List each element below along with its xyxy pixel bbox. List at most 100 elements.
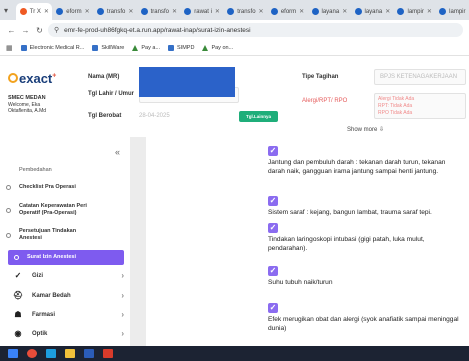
chrome-icon[interactable] [27, 349, 37, 358]
checked-checkbox[interactable]: ✓ [268, 146, 278, 156]
close-icon[interactable]: ✕ [342, 8, 347, 15]
bookmark-icon [92, 44, 99, 51]
tab-favicon-icon [439, 8, 447, 15]
close-icon[interactable]: ✕ [427, 8, 432, 15]
bullet-icon [6, 185, 11, 190]
close-icon[interactable]: ✕ [299, 8, 304, 15]
show-more-link[interactable]: Show more ⇩ [347, 126, 384, 133]
back-icon[interactable]: ← [6, 26, 17, 35]
os-taskbar [0, 346, 469, 361]
file-explorer-icon[interactable] [65, 349, 75, 358]
bookmark[interactable]: SIMPD [168, 44, 194, 51]
close-icon[interactable]: ✕ [128, 8, 133, 15]
other-dates-button[interactable]: Tgl.Lainnya [239, 111, 278, 122]
allergy-label: Alergi/RPT/ RPO [302, 98, 348, 104]
sidebar-menu-kamar-bedah[interactable]: ⛑ Kamar Bedah › [0, 291, 124, 300]
logo-ring-icon [8, 73, 18, 83]
chevron-right-icon: › [121, 271, 124, 280]
browser-tab[interactable]: eform ✕ [267, 3, 308, 20]
pdf-reader-icon[interactable] [103, 349, 113, 358]
chevron-right-icon: › [121, 329, 124, 338]
redacted-patient-name [139, 67, 235, 97]
welcome-text: Welcome, Eka Oktaflenita, A.Md [8, 102, 47, 114]
tab-favicon-icon [184, 8, 192, 15]
risk-item: ✓ Efek merugikan obat dan alergi (syok a… [268, 303, 459, 332]
sidebar-item-surat-izin-anestesi[interactable]: Surat Izin Anestesi [8, 250, 124, 265]
site-info-icon[interactable]: ⚲ [54, 26, 59, 34]
consent-form: ✓ Jantung dan pembuluh darah : tekanan d… [146, 137, 469, 346]
sidebar-menu-gizi[interactable]: ✓ Gizi › [0, 271, 124, 280]
eye-icon: ◉ [14, 329, 22, 338]
payer-label: Tipe Tagihan [302, 74, 339, 80]
close-icon[interactable]: ✕ [172, 8, 177, 15]
browser-tab[interactable]: lampir [435, 3, 469, 20]
bookmark[interactable]: Electronic Medical R... [20, 44, 84, 51]
tab-favicon-icon [354, 8, 362, 15]
brand-logo: exact+ [8, 71, 56, 86]
bookmark[interactable]: SkillWare [92, 44, 124, 51]
browser-tab[interactable]: layana ✕ [308, 3, 351, 20]
tab-favicon-icon [397, 8, 405, 15]
collapse-sidebar-icon[interactable]: « [115, 147, 120, 157]
patient-header: exact+ SMEC MEDAN Welcome, Eka Oktafleni… [0, 57, 469, 137]
visit-date-value: 28-04-2025 [139, 113, 170, 119]
tab-favicon-icon [311, 8, 319, 15]
sidebar-item-persetujuan-anestesi[interactable]: Persetujuan Tindakan Anestesi [0, 228, 124, 242]
close-icon[interactable]: ✕ [259, 8, 264, 15]
apps-grid-icon[interactable]: ▦ [6, 44, 13, 52]
bullet-icon [6, 232, 11, 238]
close-icon[interactable]: ✕ [85, 8, 90, 15]
drive-icon [132, 44, 139, 51]
sidebar-menu-optik[interactable]: ◉ Optik › [0, 329, 125, 338]
rpt-value: RPT: Tidak Ada [378, 103, 413, 109]
sidebar-menu-farmasi[interactable]: ☗ Farmasi › [0, 310, 124, 319]
chevron-right-icon: › [121, 291, 124, 300]
sidebar-item-checklist-pra-operasi[interactable]: Checklist Pra Operasi [0, 184, 124, 191]
word-icon[interactable] [84, 349, 94, 358]
browser-tab[interactable]: transfo ✕ [223, 3, 267, 20]
browser-tab[interactable]: eform ✕ [52, 3, 93, 20]
tab-favicon-icon [19, 8, 27, 15]
tab-search-icon[interactable]: ▾ [4, 6, 16, 15]
browser-toolbar: ← → ↻ ⚲ emr-fe-prod-uh86fgkq-et.a.run.ap… [0, 20, 469, 40]
close-icon[interactable]: ✕ [385, 8, 390, 15]
browser-tab[interactable]: Tr X ✕ [15, 3, 53, 20]
reload-icon[interactable]: ↻ [34, 26, 45, 35]
risk-item: ✓ Jantung dan pembuluh darah : tekanan d… [268, 146, 446, 175]
browser-tab[interactable]: transfo ✕ [137, 3, 181, 20]
drive-icon [202, 44, 209, 51]
close-icon[interactable]: ✕ [215, 8, 220, 15]
browser-tab[interactable]: transfo ✕ [93, 3, 137, 20]
url-text: emr-fe-prod-uh86fgkq-et.a.run.app/rawat-… [64, 26, 251, 34]
outlook-icon[interactable] [46, 349, 56, 358]
sidebar-item-pembedahan[interactable]: Pembedahan [0, 167, 124, 174]
browser-tab[interactable]: layana ✕ [351, 3, 394, 20]
checked-checkbox[interactable]: ✓ [268, 223, 278, 233]
bookmark[interactable]: Pay on... [202, 44, 233, 51]
visit-date-label: Tgl Berobat [88, 113, 122, 119]
risk-item: ✓ Sistem saraf : kejang, bangun lambat, … [268, 196, 432, 216]
address-bar[interactable]: ⚲ emr-fe-prod-uh86fgkq-et.a.run.app/rawa… [48, 23, 463, 37]
browser-tab[interactable]: rawat i ✕ [180, 3, 223, 20]
checked-checkbox[interactable]: ✓ [268, 303, 278, 313]
surgery-room-icon: ⛑ [12, 291, 24, 300]
bookmarks-bar: ▦ Electronic Medical R... SkillWare Pay … [0, 40, 469, 56]
checked-checkbox[interactable]: ✓ [268, 196, 278, 206]
checked-checkbox[interactable]: ✓ [268, 266, 278, 276]
sidebar-item-catatan-keperawatan[interactable]: Catatan Keperawatan Peri Operatif (Pra-O… [0, 203, 124, 217]
chevron-right-icon: › [121, 310, 124, 319]
name-label: Nama (MR) [88, 74, 120, 80]
risk-item: ✓ Suhu tubuh naik/turun [268, 266, 333, 286]
bookmark-icon [20, 44, 27, 51]
bullet-icon [14, 255, 19, 260]
forward-icon[interactable]: → [20, 26, 31, 35]
pharmacy-icon: ☗ [14, 310, 22, 319]
tab-favicon-icon [140, 8, 148, 15]
close-icon[interactable]: ✕ [44, 8, 49, 15]
site-name: SMEC MEDAN [8, 95, 46, 101]
bookmark[interactable]: Pay a... [132, 44, 160, 51]
risk-item: ✓ Tindakan laringoskopi intubasi (gigi p… [268, 223, 425, 252]
windows-start-icon[interactable] [8, 349, 18, 358]
browser-tab[interactable]: lampir ✕ [393, 3, 435, 20]
payer-value: BPJS KETENAGAKERJAAN [380, 74, 458, 80]
